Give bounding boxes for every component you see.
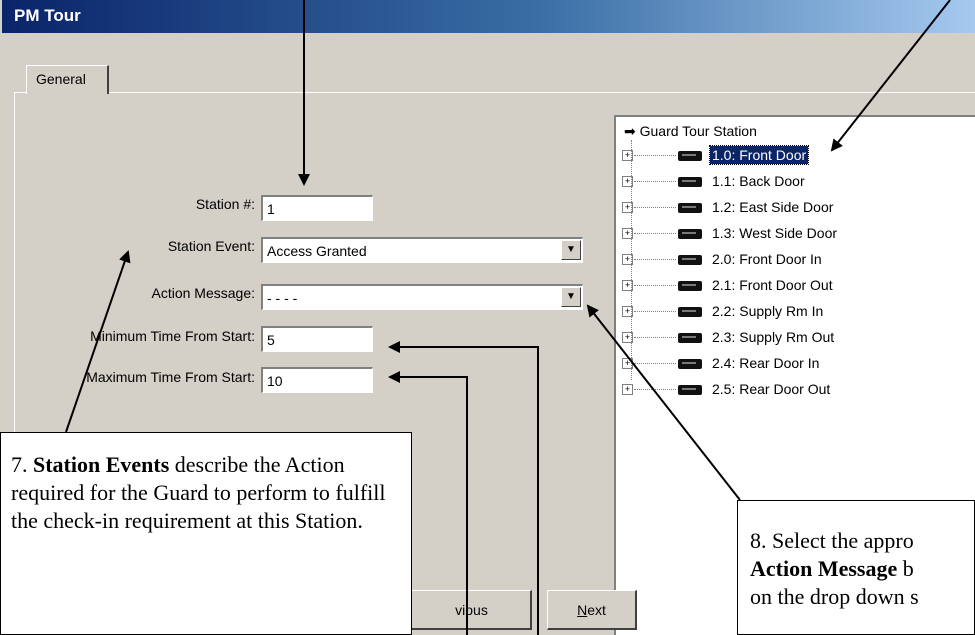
annotation-arrows [65,0,951,635]
arrow-to-max-time [388,371,468,635]
arrow-to-min-time [388,341,539,635]
arrow-to-front-door [830,0,951,152]
arrow-to-station-event [65,250,131,433]
arrow-to-action-message [586,304,741,501]
